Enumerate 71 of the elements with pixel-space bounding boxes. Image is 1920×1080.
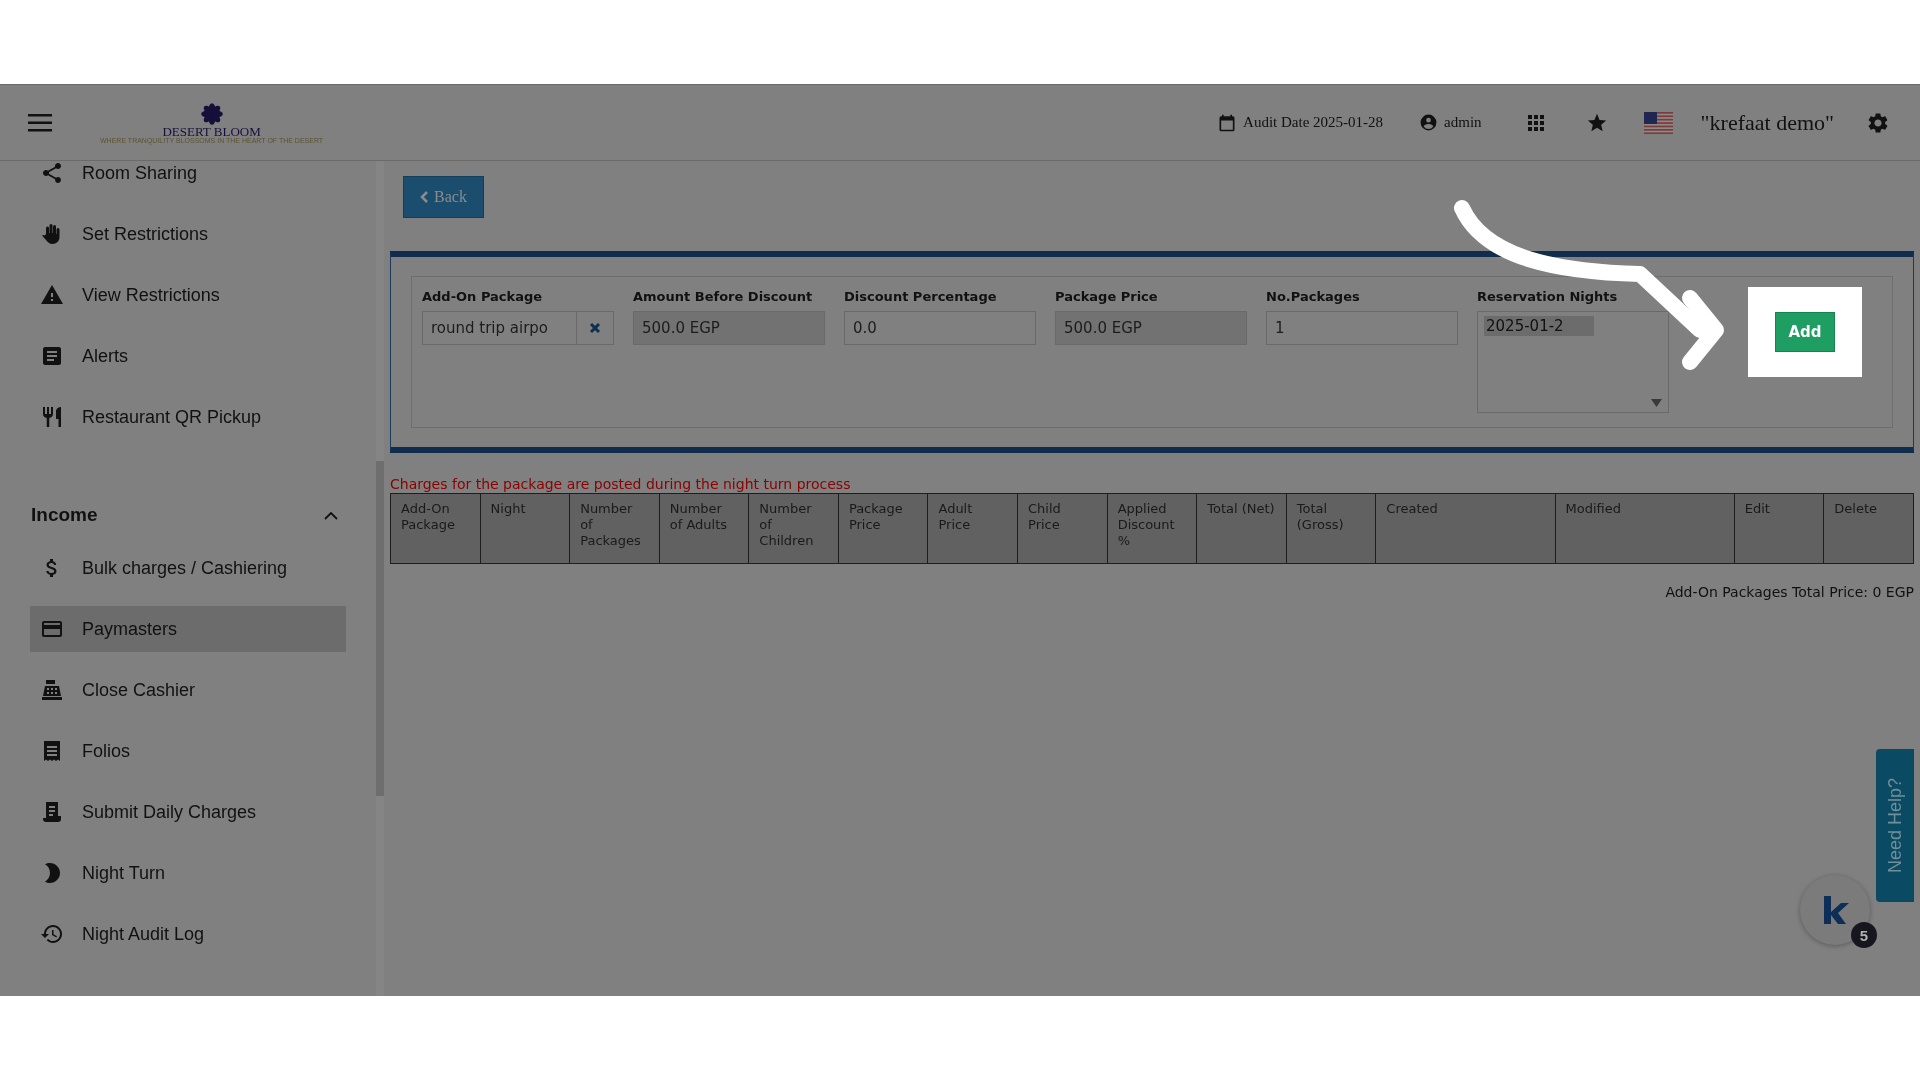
fork-knife-icon xyxy=(40,405,64,429)
night-option[interactable]: 2025-01-2 xyxy=(1484,316,1594,336)
field-label: Add-On Package xyxy=(422,288,544,306)
readonly-field: 500.0 EGP xyxy=(1055,311,1247,345)
field-label: Amount Before Discount xyxy=(633,288,814,306)
settings-icon[interactable] xyxy=(1866,110,1890,135)
input-field[interactable]: 1 xyxy=(1266,311,1458,345)
column-header: Modified xyxy=(1555,493,1735,564)
nights-list[interactable]: 2025-01-2 xyxy=(1477,311,1669,413)
column-header: Edit xyxy=(1734,493,1824,564)
note-text: Charges for the package are posted during the night turn process xyxy=(390,475,852,493)
column-header: Number of Adults xyxy=(659,493,749,564)
list-icon xyxy=(40,800,64,824)
sidebar-item[interactable]: Paymasters xyxy=(30,606,346,652)
chevron-left-icon xyxy=(420,191,428,203)
package-select[interactable]: round trip airpo xyxy=(422,311,577,345)
column-header: Number of Children xyxy=(748,493,839,564)
column-header: Total (Net) xyxy=(1196,493,1287,564)
register-icon xyxy=(40,678,64,702)
field-label: Package Price xyxy=(1055,288,1159,306)
sidebar-item[interactable]: Folios xyxy=(30,728,346,774)
field-label: Discount Percentage xyxy=(844,288,998,306)
chat-button[interactable] xyxy=(1800,875,1870,945)
section-title[interactable]: Income xyxy=(31,504,98,526)
sidebar-item[interactable]: Set Restrictions xyxy=(30,211,346,257)
calendar-icon xyxy=(1217,112,1238,133)
total-price: Add-On Packages Total Price: 0 EGP xyxy=(1664,584,1914,600)
back-button[interactable]: Back xyxy=(403,176,484,218)
column-header: Number of Packages xyxy=(569,493,660,564)
chevron-icon[interactable] xyxy=(324,510,338,520)
column-header: Adult Price xyxy=(927,493,1018,564)
flag-icon[interactable] xyxy=(1643,111,1673,134)
company-name: "krefaat demo" xyxy=(1700,109,1834,136)
sidebar-item[interactable]: Bulk charges / Cashiering xyxy=(30,545,346,591)
sidebar-item[interactable]: Close Cashier xyxy=(30,667,346,713)
readonly-field: 500.0 EGP xyxy=(633,311,825,345)
sidebar-item[interactable]: View Restrictions xyxy=(30,272,346,318)
sidebar-item[interactable]: Restaurant QR Pickup xyxy=(30,394,346,440)
audit-date: Audit Date 2025-01-28 xyxy=(1243,114,1384,131)
field-label: Reservation Nights xyxy=(1477,288,1619,306)
field-label: No.Packages xyxy=(1266,288,1361,306)
input-field[interactable]: 0.0 xyxy=(844,311,1036,345)
document-icon xyxy=(40,344,64,368)
column-header: Child Price xyxy=(1017,493,1108,564)
sidebar-item[interactable]: Alerts xyxy=(30,333,346,379)
close-icon xyxy=(589,322,601,334)
column-header: Delete xyxy=(1823,493,1914,564)
share-icon xyxy=(40,161,64,185)
user-icon[interactable] xyxy=(1419,113,1439,132)
clear-button[interactable] xyxy=(577,311,614,345)
sidebar-item[interactable]: Night Turn xyxy=(30,850,346,896)
user-name[interactable]: admin xyxy=(1444,114,1482,131)
flower-icon xyxy=(198,102,225,125)
sidebar-item[interactable]: Room Sharing xyxy=(30,161,346,196)
help-tab[interactable]: Need Help? xyxy=(1876,749,1914,902)
apps-grid-icon[interactable] xyxy=(1527,114,1544,131)
logo-name: DESERT BLOOM xyxy=(162,124,261,138)
caret-icon[interactable] xyxy=(1651,399,1662,407)
sidebar-item[interactable]: Submit Daily Charges xyxy=(30,789,346,835)
warning-icon xyxy=(40,283,64,307)
column-header: Total (Gross) xyxy=(1286,493,1376,564)
notification-badge: 5 xyxy=(1851,922,1877,948)
column-header: Applied Discount % xyxy=(1107,493,1197,564)
add-button[interactable]: Add xyxy=(1775,312,1835,352)
history-icon xyxy=(40,922,64,946)
column-header: Package Price xyxy=(838,493,928,564)
column-header: Add-On Package xyxy=(390,493,481,564)
sidebar-item[interactable]: Night Audit Log xyxy=(30,911,346,957)
column-header: Created xyxy=(1375,493,1556,564)
menu-icon[interactable] xyxy=(28,113,52,132)
column-header: Night xyxy=(480,493,570,564)
